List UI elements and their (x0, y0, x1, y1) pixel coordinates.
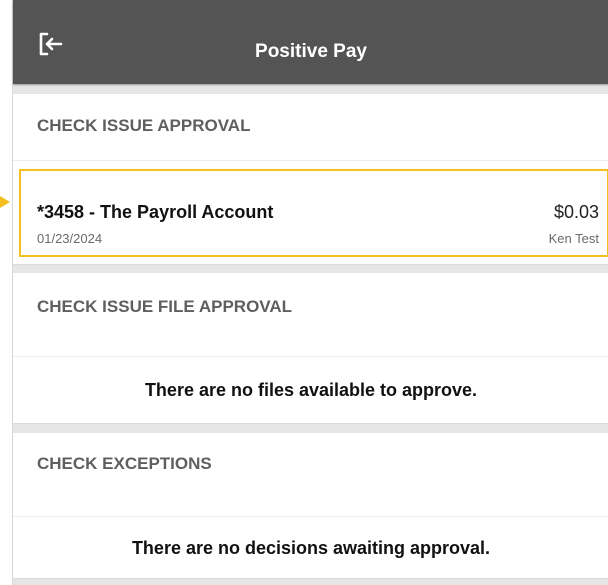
account-name: *3458 - The Payroll Account (37, 202, 274, 222)
page-title: Positive Pay (255, 41, 367, 62)
submitted-by: Ken Test (548, 231, 599, 246)
check-issue-approval-heading: CHECK ISSUE APPROVAL (37, 116, 251, 135)
check-issue-file-approval-heading: CHECK ISSUE FILE APPROVAL (37, 297, 293, 316)
check-issue-item[interactable]: *3458 - The Payroll Account 01/23/2024 $… (19, 169, 608, 257)
check-issue-file-approval-card: CHECK ISSUE FILE APPROVAL There are no f… (13, 273, 608, 423)
check-amount: $0.03 (553, 202, 599, 222)
issue-date: 01/23/2024 (37, 231, 103, 246)
no-decisions-message: There are no decisions awaiting approval… (131, 538, 491, 558)
section-divider (13, 356, 608, 357)
check-exceptions-heading: CHECK EXCEPTIONS (37, 454, 212, 473)
app-header: Positive Pay (13, 0, 608, 84)
section-divider (13, 516, 608, 517)
no-files-message: There are no files available to approve. (144, 380, 478, 400)
check-exceptions-card: CHECK EXCEPTIONS There are no decisions … (13, 433, 608, 578)
highlight-pointer-icon (0, 196, 10, 208)
positive-pay-app: Positive Pay CHECK ISSUE APPROVAL *3458 … (12, 0, 608, 585)
section-divider (13, 160, 608, 161)
